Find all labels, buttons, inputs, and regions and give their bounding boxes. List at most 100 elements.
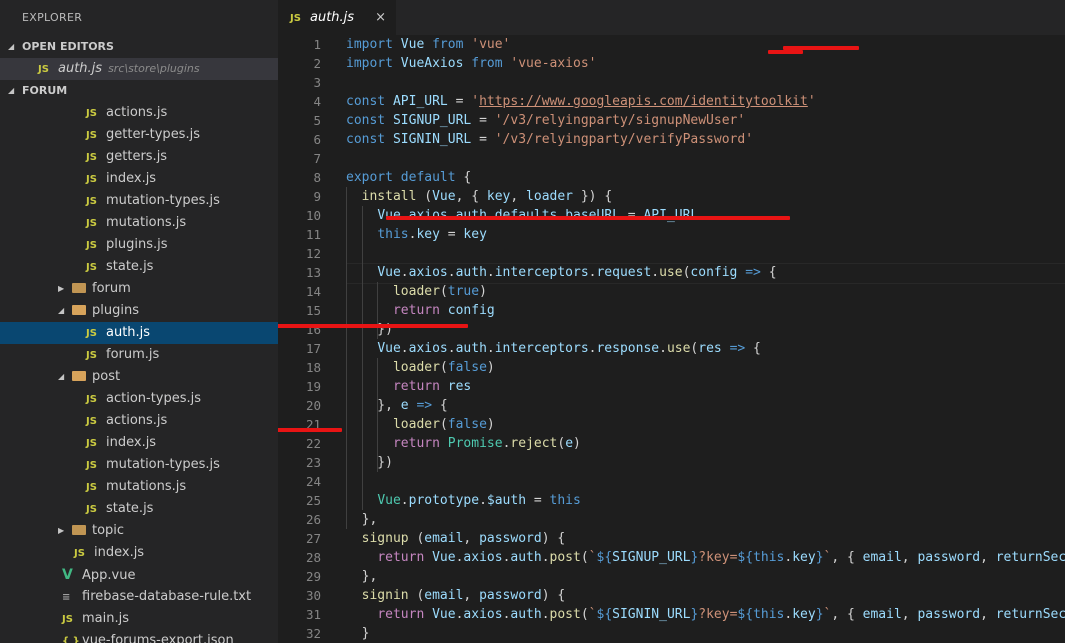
file-item[interactable]: JS index.js xyxy=(0,542,278,564)
file-item[interactable]: JS auth.js xyxy=(0,322,278,344)
code-text: }) xyxy=(346,322,393,337)
line-number: 11 xyxy=(305,227,321,242)
chevron-right-icon[interactable]: ▶ xyxy=(58,278,64,300)
tree-item-label: getters.js xyxy=(106,149,168,164)
chevron-down-icon[interactable]: ◢ xyxy=(58,366,64,388)
code-text: return config xyxy=(392,303,495,318)
js-file-icon: JS xyxy=(38,64,49,75)
folder-item[interactable]: ◢ plugins xyxy=(0,300,278,322)
code-editor[interactable]: 1 import Vue from 'vue' 2 import VueAxios f… xyxy=(278,35,1065,643)
code-text: loader(false) xyxy=(392,417,495,432)
tree-item-label: topic xyxy=(92,523,125,538)
code-text: }, e => { xyxy=(346,398,448,413)
red-underline xyxy=(278,428,342,432)
code-line: 9 install (Vue, { key, loader }) { xyxy=(278,187,1065,206)
chevron-down-icon: ◢ xyxy=(8,86,15,95)
tree-item-label: state.js xyxy=(106,259,154,274)
line-number: 15 xyxy=(305,303,321,318)
line-number: 13 xyxy=(305,265,321,280)
code-text: loader(false) xyxy=(392,360,495,375)
js-file-icon: JS xyxy=(86,262,97,273)
folder-icon xyxy=(72,371,86,381)
file-item[interactable]: JS getter-types.js xyxy=(0,124,278,146)
code-text: return res xyxy=(392,379,472,394)
line-number: 30 xyxy=(305,588,321,603)
file-item[interactable]: JS plugins.js xyxy=(0,234,278,256)
line-number: 3 xyxy=(313,75,321,90)
code-line: 21 loader(false) xyxy=(278,415,1065,434)
project-section[interactable]: ◢ FORUM xyxy=(0,80,278,102)
tree-item-label: action-types.js xyxy=(106,391,202,406)
js-file-icon: JS xyxy=(86,328,97,339)
file-item[interactable]: JS action-types.js xyxy=(0,388,278,410)
js-file-icon: JS xyxy=(86,350,97,361)
code-line: 27 signup (email, password) { xyxy=(278,529,1065,548)
tab-auth-js[interactable]: JS auth.js × xyxy=(278,0,396,35)
folder-item[interactable]: ▶ forum xyxy=(0,278,278,300)
line-number: 7 xyxy=(313,151,321,166)
folder-item[interactable]: ◢ post xyxy=(0,366,278,388)
tree-item-label: forum xyxy=(92,281,131,296)
open-editor-item[interactable]: JS auth.js src\store\plugins xyxy=(0,58,278,80)
line-number: 8 xyxy=(313,170,321,185)
folder-icon xyxy=(72,305,86,315)
line-number: 29 xyxy=(305,569,321,584)
line-number: 4 xyxy=(313,94,321,109)
chevron-down-icon: ◢ xyxy=(8,42,15,51)
chevron-down-icon[interactable]: ◢ xyxy=(58,300,64,322)
code-line: 18 loader(false) xyxy=(278,358,1065,377)
js-file-icon: JS xyxy=(86,504,97,515)
line-number: 2 xyxy=(313,56,321,71)
code-text: Vue.axios.auth.interceptors.response.use… xyxy=(377,341,761,356)
js-file-icon: JS xyxy=(86,438,97,449)
file-item[interactable]: JS mutation-types.js xyxy=(0,454,278,476)
code-line: 2 import VueAxios from 'vue-axios' xyxy=(278,54,1065,73)
file-item[interactable]: JS index.js xyxy=(0,432,278,454)
code-line: 15 return config xyxy=(278,301,1065,320)
file-item[interactable]: JS state.js xyxy=(0,256,278,278)
line-number: 10 xyxy=(305,208,321,223)
file-item[interactable]: JS state.js xyxy=(0,498,278,520)
tree-item-label: index.js xyxy=(106,435,157,450)
code-text: import Vue from 'vue' xyxy=(346,37,511,52)
line-number: 31 xyxy=(305,607,321,622)
code-text: return Vue.axios.auth.post(`${SIGNIN_URL… xyxy=(377,607,1065,622)
code-line: 29 }, xyxy=(278,567,1065,586)
js-file-icon: JS xyxy=(86,196,97,207)
code-line: 30 signin (email, password) { xyxy=(278,586,1065,605)
code-line: 24 xyxy=(278,472,1065,491)
vue-file-icon: V xyxy=(62,567,73,583)
code-line: 31 return Vue.axios.auth.post(`${SIGNIN_… xyxy=(278,605,1065,624)
code-line: 6 const SIGNIN_URL = '/v3/relyingparty/ve… xyxy=(278,130,1065,149)
file-item[interactable]: JS mutations.js xyxy=(0,476,278,498)
json-file-icon: { } xyxy=(62,636,80,643)
tree-item-label: actions.js xyxy=(106,413,168,428)
close-icon[interactable]: × xyxy=(375,0,386,35)
tree-item-label: plugins.js xyxy=(106,237,168,252)
file-item[interactable]: JS mutation-types.js xyxy=(0,190,278,212)
tree-item-label: mutations.js xyxy=(106,479,187,494)
chevron-right-icon[interactable]: ▶ xyxy=(58,520,64,542)
file-item[interactable]: JS forum.js xyxy=(0,344,278,366)
red-underline xyxy=(278,324,468,328)
code-text: loader(true) xyxy=(392,284,487,299)
open-editors-section[interactable]: ◢ OPEN EDITORS xyxy=(0,36,278,58)
file-item[interactable]: V App.vue xyxy=(0,564,278,586)
file-item[interactable]: JS mutations.js xyxy=(0,212,278,234)
code-line: 20 }, e => { xyxy=(278,396,1065,415)
file-item[interactable]: JS actions.js xyxy=(0,102,278,124)
file-item[interactable]: JS index.js xyxy=(0,168,278,190)
code-text: }, xyxy=(346,569,378,584)
tab-bar: JS auth.js × xyxy=(278,0,1065,35)
file-item[interactable]: { } vue-forums-export.json xyxy=(0,630,278,643)
line-number: 28 xyxy=(305,550,321,565)
code-line: 14 loader(true) xyxy=(278,282,1065,301)
line-number: 12 xyxy=(305,246,321,261)
file-item[interactable]: JS actions.js xyxy=(0,410,278,432)
file-item[interactable]: JS main.js xyxy=(0,608,278,630)
file-item[interactable]: JS getters.js xyxy=(0,146,278,168)
file-item[interactable]: ≡ firebase-database-rule.txt xyxy=(0,586,278,608)
folder-item[interactable]: ▶ topic xyxy=(0,520,278,542)
js-file-icon: JS xyxy=(86,130,97,141)
tree-item-label: mutations.js xyxy=(106,215,187,230)
